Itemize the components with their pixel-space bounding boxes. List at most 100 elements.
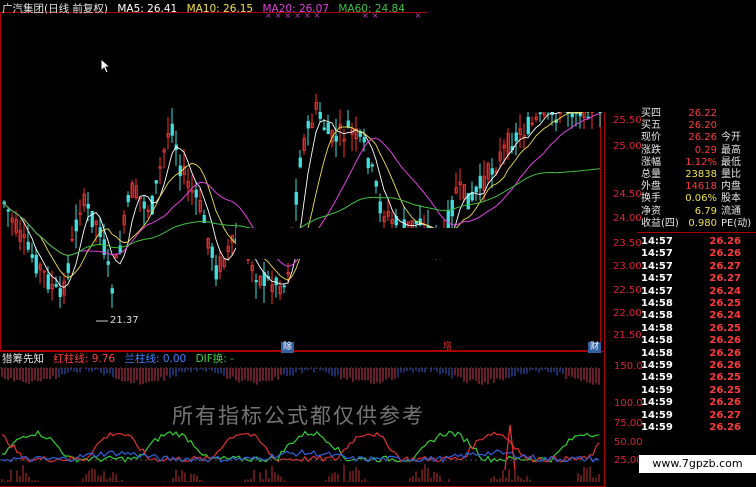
candle-body bbox=[58, 288, 62, 297]
quote-row: 买四 26.22 bbox=[637, 108, 756, 120]
tick-price: 26.26 bbox=[709, 236, 741, 247]
candle-body bbox=[254, 280, 258, 283]
tick-time: 14:58 bbox=[641, 347, 673, 359]
quote-right-label: 量比 bbox=[721, 169, 741, 180]
quote-panel: 买四 26.22 买五 26.20 现价 26.26 今开 涨跌 0.29 最高 涨幅 1.12% 最低… bbox=[637, 108, 756, 440]
quote-label: 收益(四) bbox=[641, 217, 679, 229]
tick-row: 14:59 26.27 bbox=[637, 410, 756, 422]
candle-body bbox=[490, 168, 494, 175]
quote-row: 净资 6.79 流通 bbox=[637, 206, 756, 218]
tick-row: 14:59 26.26 bbox=[637, 397, 756, 409]
tick-time: 14:57 bbox=[641, 236, 673, 247]
occlusion-middle bbox=[236, 228, 522, 259]
quote-label: 买五 bbox=[641, 120, 661, 132]
ma5-label: MA5: 26.41 bbox=[117, 3, 178, 15]
candle-body bbox=[326, 122, 330, 135]
indicator-header: 猎筹先知 红柱线: 9.76 兰柱线: 0.00 DIF换: - bbox=[2, 351, 240, 366]
candle-body bbox=[366, 158, 370, 169]
indicator-name[interactable]: 猎筹先知 bbox=[2, 353, 44, 365]
tick-time: 14:59 bbox=[641, 360, 673, 371]
candle-body bbox=[2, 201, 6, 204]
tick-row: 14:58 26.26 bbox=[637, 348, 756, 360]
tick-row: 14:59 26.26 bbox=[637, 422, 756, 434]
ex-dividend-tag[interactable]: 除 bbox=[281, 342, 295, 353]
candle-body bbox=[306, 121, 310, 129]
tick-time: 14:58 bbox=[641, 310, 673, 322]
tick-price: 26.27 bbox=[709, 409, 741, 421]
candle-body bbox=[362, 137, 366, 143]
candle-body bbox=[370, 164, 374, 167]
quote-right-label: PE(动) bbox=[721, 217, 752, 229]
candle-body bbox=[54, 284, 58, 287]
quote-row: 涨幅 1.12% 最低 bbox=[637, 157, 756, 169]
finance-tag[interactable]: 财 bbox=[588, 342, 602, 353]
candle-body bbox=[210, 246, 214, 258]
dif-value: DIF换: - bbox=[195, 353, 234, 365]
occlusion-top-right bbox=[428, 0, 756, 112]
tick-time: 14:57 bbox=[641, 260, 673, 272]
candle-body bbox=[30, 254, 34, 259]
tick-row: 14:58 26.25 bbox=[637, 323, 756, 335]
candle-body bbox=[26, 241, 30, 250]
candle-body bbox=[334, 135, 338, 142]
quote-value: 0.980 bbox=[688, 217, 717, 229]
quote-row: 涨跌 0.29 最高 bbox=[637, 145, 756, 157]
add-issue-tag[interactable]: 增 bbox=[441, 342, 454, 353]
low-price-marker: 21.37 bbox=[110, 315, 139, 326]
quote-row: 收益(四) 0.980 PE(动) bbox=[637, 218, 756, 230]
candle-body bbox=[126, 195, 130, 203]
tick-time: 14:57 bbox=[641, 285, 673, 297]
tick-row: 14:59 26.25 bbox=[637, 372, 756, 384]
candle-body bbox=[74, 219, 78, 232]
tick-row: 14:58 26.26 bbox=[637, 335, 756, 347]
tick-row: 14:58 26.25 bbox=[637, 298, 756, 310]
tick-time: 14:57 bbox=[641, 248, 673, 260]
tick-time: 14:58 bbox=[641, 298, 673, 309]
quote-row: 外盘 14618 内盘 bbox=[637, 181, 756, 193]
quote-label: 涨跌 bbox=[641, 144, 661, 156]
candle-body bbox=[106, 261, 110, 265]
candle-body bbox=[570, 112, 574, 118]
tick-row: 14:57 26.24 bbox=[637, 286, 756, 298]
tick-price: 26.26 bbox=[709, 335, 741, 347]
candle-body bbox=[142, 201, 146, 209]
stock-title: 广汽集团(日线 前复权) bbox=[2, 3, 109, 15]
candle-body bbox=[46, 274, 50, 290]
tick-price: 26.26 bbox=[709, 397, 741, 409]
tick-price: 26.27 bbox=[709, 273, 741, 285]
mouse-cursor-icon bbox=[100, 58, 112, 74]
tick-price: 26.26 bbox=[709, 360, 741, 371]
candle-body bbox=[378, 201, 382, 214]
tick-price: 26.27 bbox=[709, 260, 741, 272]
quote-value: 6.79 bbox=[694, 205, 717, 217]
tick-row: 14:59 26.25 bbox=[637, 385, 756, 397]
tick-price: 26.26 bbox=[709, 422, 741, 433]
tick-price: 26.25 bbox=[709, 384, 741, 396]
quote-row: 现价 26.26 今开 bbox=[637, 132, 756, 144]
moving-average-line bbox=[3, 104, 601, 289]
tick-price: 26.25 bbox=[709, 322, 741, 334]
candle-body bbox=[154, 180, 158, 184]
tick-price: 26.24 bbox=[709, 310, 741, 322]
candle-body bbox=[450, 199, 454, 217]
candle-body bbox=[282, 285, 286, 288]
tick-time: 14:58 bbox=[641, 335, 673, 347]
candle-body bbox=[538, 112, 542, 115]
site-watermark: www.7gpzb.com bbox=[639, 455, 756, 473]
candle-body bbox=[194, 189, 198, 198]
tick-time: 14:58 bbox=[641, 322, 673, 334]
quote-value: 0.29 bbox=[694, 144, 717, 156]
quote-value: 0.06% bbox=[685, 193, 717, 205]
quote-label: 换手 bbox=[641, 193, 661, 205]
tick-row: 14:57 26.26 bbox=[637, 248, 756, 260]
quote-value: 26.26 bbox=[688, 132, 717, 144]
quote-separator bbox=[637, 232, 756, 233]
quote-label: 外盘 bbox=[641, 181, 661, 193]
tick-time: 14:57 bbox=[641, 273, 673, 285]
blue-bar-value: 兰柱线: 0.00 bbox=[124, 353, 187, 365]
candle-body bbox=[6, 209, 10, 212]
candle-body bbox=[118, 245, 122, 253]
quote-row: 换手 0.06% 股本 bbox=[637, 193, 756, 205]
candle-body bbox=[294, 191, 298, 205]
candle-body bbox=[214, 265, 218, 280]
